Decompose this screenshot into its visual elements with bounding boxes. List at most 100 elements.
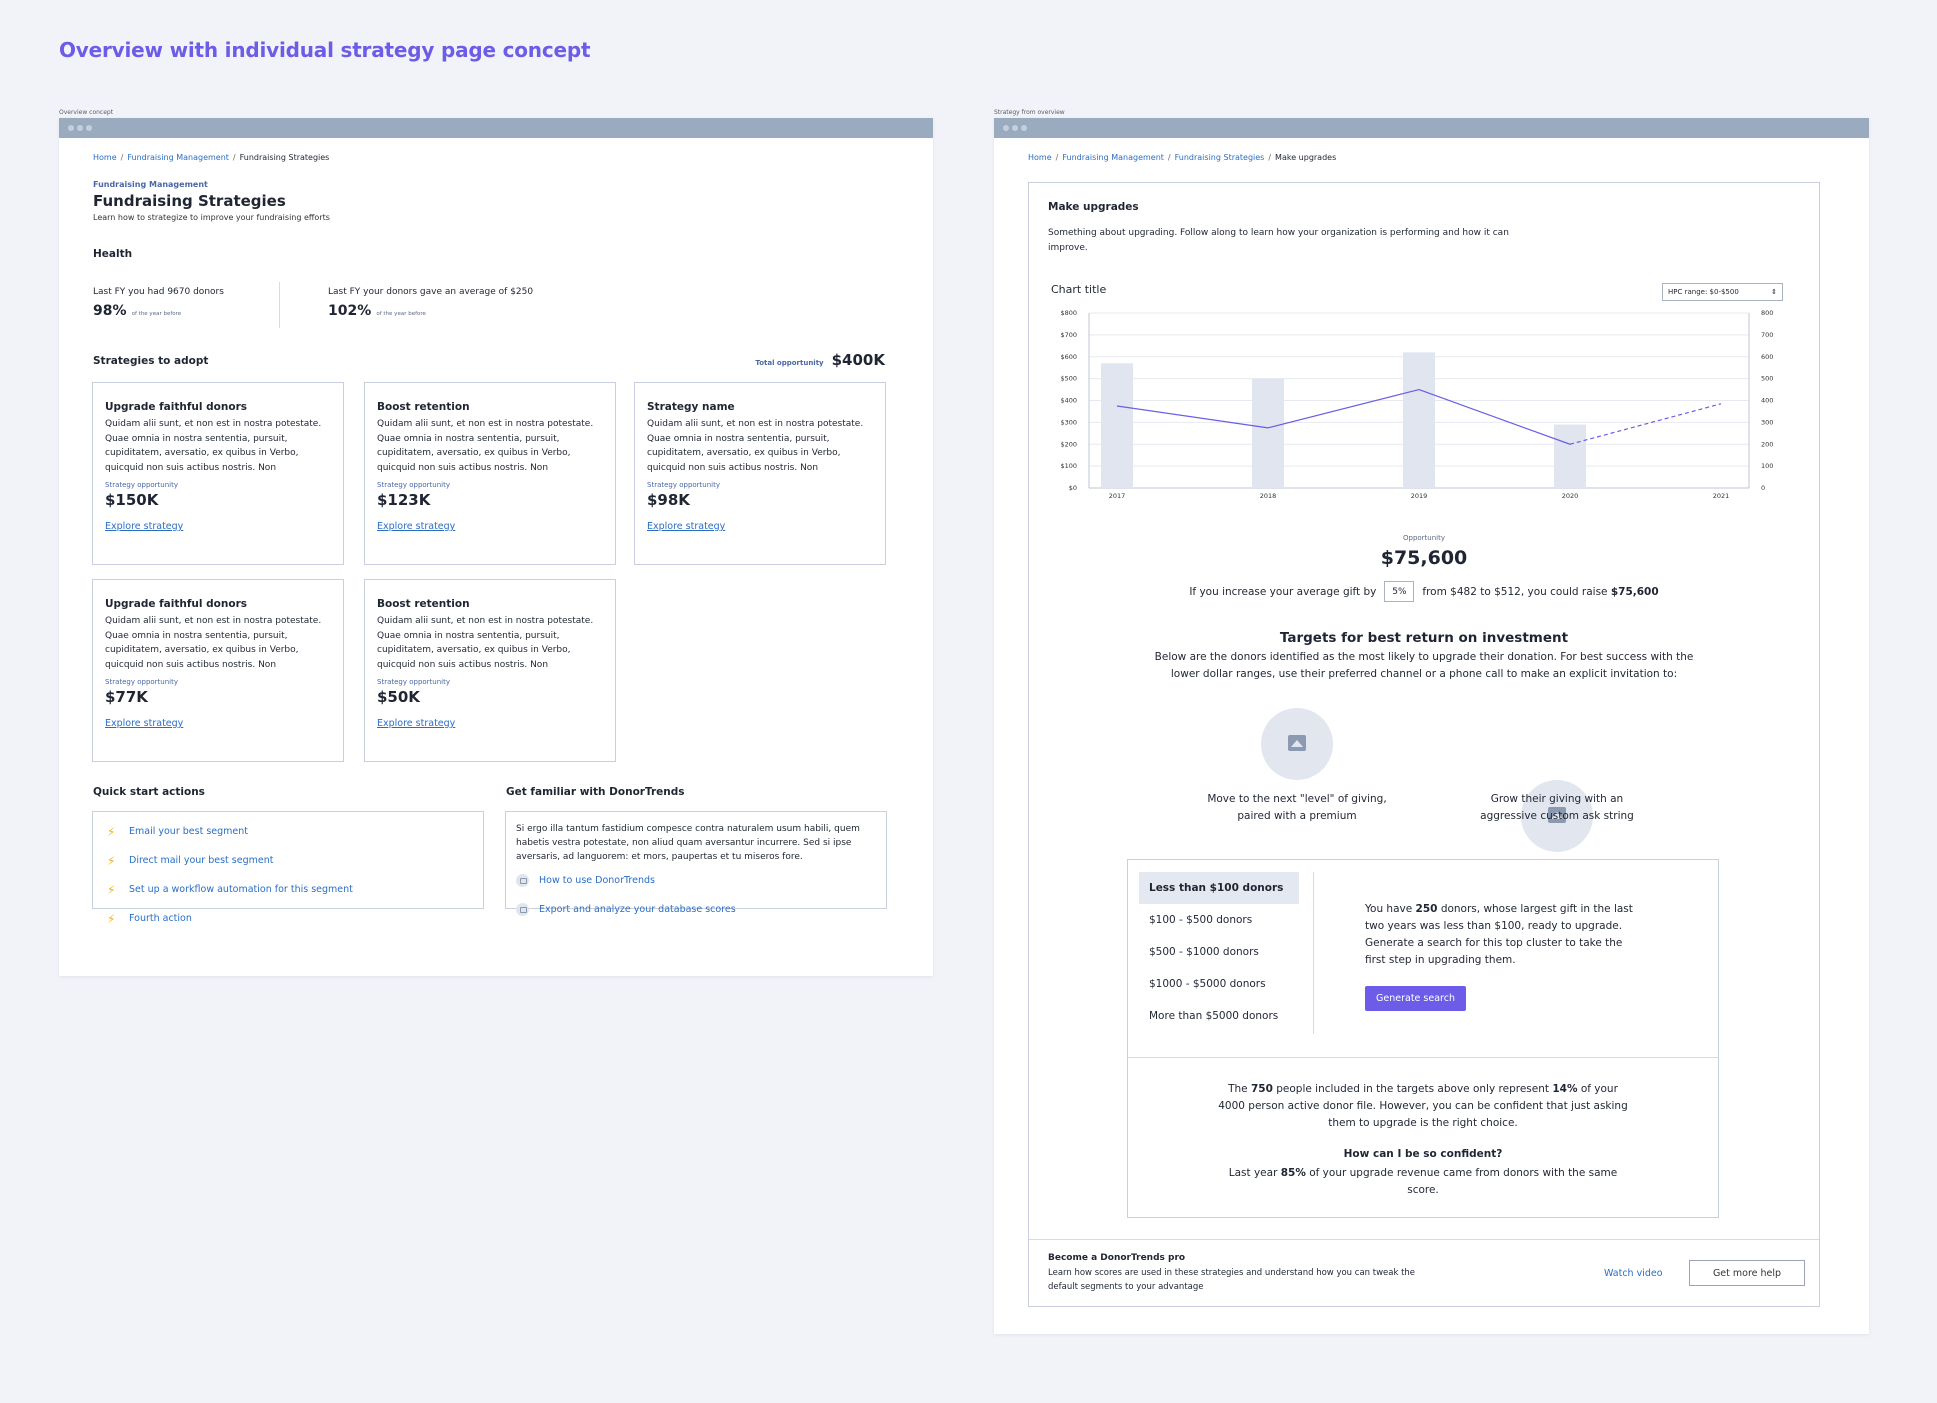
get-more-help-button[interactable]: Get more help	[1689, 1260, 1805, 1286]
window-titlebar	[994, 118, 1869, 138]
quick-start-heading: Quick start actions	[93, 786, 205, 798]
y-right-tick-label: 500	[1761, 375, 1773, 383]
familiar-panel: Si ergo illa tantum fastidium compesce c…	[505, 811, 887, 916]
segment-detail-text: You have 250 donors, whose largest gift …	[1365, 901, 1635, 969]
y-left-tick-label: $400	[1060, 397, 1077, 405]
opportunity-value: $75,600	[1380, 547, 1468, 569]
familiar-link-label: How to use DonorTrends	[539, 875, 655, 886]
total-opportunity: Total opportunity $400K	[755, 351, 885, 369]
strategy-card-body: Quidam alii sunt, et non est in nostra p…	[377, 419, 594, 473]
quick-action-label: Direct mail your best segment	[129, 855, 274, 866]
target-item: Move to the next "level" of giving, pair…	[1207, 793, 1387, 822]
confidence-middle: people included in the targets above onl…	[1276, 1083, 1549, 1095]
segment-tab[interactable]: Less than $100 donors	[1139, 872, 1299, 904]
total-opportunity-value: $400K	[831, 351, 885, 369]
sentence-amount: $75,600	[1610, 585, 1659, 598]
familiar-link[interactable]: Export and analyze your database scores	[516, 903, 876, 916]
strategy-card: Strategy name Quidam alii sunt, et non e…	[634, 382, 886, 565]
segment-tab[interactable]: $500 - $1000 donors	[1139, 936, 1299, 968]
chart-bar	[1403, 352, 1435, 488]
chart-title: Chart title	[1051, 283, 1107, 296]
quick-action-label: Set up a workflow automation for this se…	[129, 884, 353, 895]
targets-heading: Targets for best return on investment	[1279, 630, 1569, 646]
explore-strategy-link[interactable]: Explore strategy	[105, 521, 183, 532]
percent-input[interactable]: 5%	[1384, 581, 1415, 602]
strategy-intro: Something about upgrading. Follow along …	[1048, 228, 1509, 253]
strategy-title: Make upgrades	[1048, 201, 1139, 213]
segment-divider	[1313, 872, 1314, 1034]
segment-tab[interactable]: More than $5000 donors	[1139, 1000, 1299, 1032]
image-placeholder-icon	[1261, 708, 1333, 780]
segment-tab[interactable]: $1000 - $5000 donors	[1139, 968, 1299, 1000]
page-overline: Fundraising Management	[93, 180, 208, 189]
breadcrumb-home[interactable]: Home	[1028, 153, 1052, 162]
y-right-tick-label: 700	[1761, 331, 1773, 339]
x-tick-label: 2017	[1109, 492, 1126, 500]
strategy-card-value: $123K	[377, 491, 431, 509]
lightning-icon: ⚡	[107, 911, 116, 926]
confidence-prefix: The	[1228, 1083, 1248, 1095]
breadcrumb: Home / Fundraising Management / Fundraising …	[1028, 153, 1337, 162]
targets-text: Below are the donors identified as the m…	[1154, 651, 1694, 680]
window-titlebar	[59, 118, 933, 138]
page-title: Fundraising Strategies	[93, 192, 286, 210]
watch-video-link[interactable]: Watch video	[1604, 1268, 1663, 1279]
y-right-tick-label: 300	[1761, 418, 1773, 426]
quick-action-item[interactable]: ⚡ Set up a workflow automation for this s…	[107, 875, 469, 904]
page-heading: Overview with individual strategy page c…	[59, 38, 591, 62]
confidence-percent: 14%	[1552, 1083, 1578, 1095]
health-stat-label: Last FY your donors gave an average of $…	[328, 287, 534, 297]
quick-start-list: ⚡ Email your best segment ⚡ Direct mail yo…	[92, 811, 484, 926]
quick-action-item[interactable]: ⚡ Fourth action	[107, 904, 469, 933]
increase-sentence: If you increase your average gift by 5% …	[1029, 581, 1819, 602]
breadcrumb-current: Make upgrades	[1275, 153, 1337, 162]
segment-tab[interactable]: $100 - $500 donors	[1139, 904, 1299, 936]
familiar-text: Si ergo illa tantum fastidium compesce c…	[516, 824, 860, 862]
quick-action-item[interactable]: ⚡ Email your best segment	[107, 817, 469, 846]
lightning-icon: ⚡	[107, 824, 116, 839]
quick-action-item[interactable]: ⚡ Direct mail your best segment	[107, 846, 469, 875]
confidence-answer: Last year 85% of your upgrade revenue ca…	[1228, 1165, 1618, 1199]
generate-search-button[interactable]: Generate search	[1365, 986, 1466, 1011]
footer-divider	[1029, 1239, 1819, 1240]
strategy-card-opportunity-label: Strategy opportunity	[105, 481, 178, 489]
confidence-question: How can I be so confident?	[1343, 1148, 1503, 1160]
window-dot	[1021, 125, 1027, 131]
y-right-tick-label: 100	[1761, 462, 1773, 470]
strategy-card-title: Strategy name	[647, 401, 735, 413]
y-left-tick-label: $100	[1060, 462, 1077, 470]
y-right-tick-label: 600	[1761, 353, 1773, 361]
quick-action-label: Email your best segment	[129, 826, 248, 837]
breadcrumb-home[interactable]: Home	[93, 153, 117, 162]
quick-action-label: Fourth action	[129, 913, 192, 924]
explore-strategy-link[interactable]: Explore strategy	[105, 718, 183, 729]
y-left-tick-label: $300	[1060, 418, 1077, 426]
health-stat-label: Last FY you had 9670 donors	[93, 287, 224, 297]
familiar-link[interactable]: How to use DonorTrends	[516, 874, 876, 887]
explore-strategy-link[interactable]: Explore strategy	[647, 521, 725, 532]
window-dot	[77, 125, 83, 131]
strategy-card-title: Upgrade faithful donors	[105, 598, 248, 610]
health-stat-value: 102%	[328, 303, 372, 319]
breadcrumb-fundraising-management[interactable]: Fundraising Management	[1062, 153, 1164, 162]
sentence-prefix: If you increase your average gift by	[1189, 585, 1377, 598]
segments-divider	[1128, 1057, 1718, 1058]
detail-prefix: You have	[1365, 903, 1413, 915]
breadcrumb-fundraising-strategies[interactable]: Fundraising Strategies	[1175, 153, 1265, 162]
x-tick-label: 2019	[1411, 492, 1428, 500]
breadcrumb: Home / Fundraising Management / Fundraising …	[93, 153, 330, 162]
breadcrumb-fundraising-management[interactable]: Fundraising Management	[127, 153, 229, 162]
strategy-card: Boost retention Quidam alii sunt, et non…	[364, 382, 616, 565]
explore-strategy-link[interactable]: Explore strategy	[377, 718, 455, 729]
y-left-tick-label: $0	[1069, 484, 1077, 492]
y-left-tick-label: $500	[1060, 375, 1077, 383]
familiar-heading: Get familiar with DonorTrends	[506, 786, 685, 798]
familiar-link-label: Export and analyze your database scores	[539, 904, 736, 915]
hpc-range-select[interactable]: HPC range: $0-$500 ⇕	[1662, 283, 1783, 301]
x-tick-label: 2021	[1713, 492, 1730, 500]
explore-strategy-link[interactable]: Explore strategy	[377, 521, 455, 532]
strategy-card-title: Upgrade faithful donors	[105, 401, 248, 413]
strategy-card: Upgrade faithful donors Quidam alii sunt…	[92, 579, 344, 762]
segment-list: Less than $100 donors $100 - $500 donors…	[1139, 872, 1299, 1032]
health-stat-value: 98%	[93, 303, 127, 319]
